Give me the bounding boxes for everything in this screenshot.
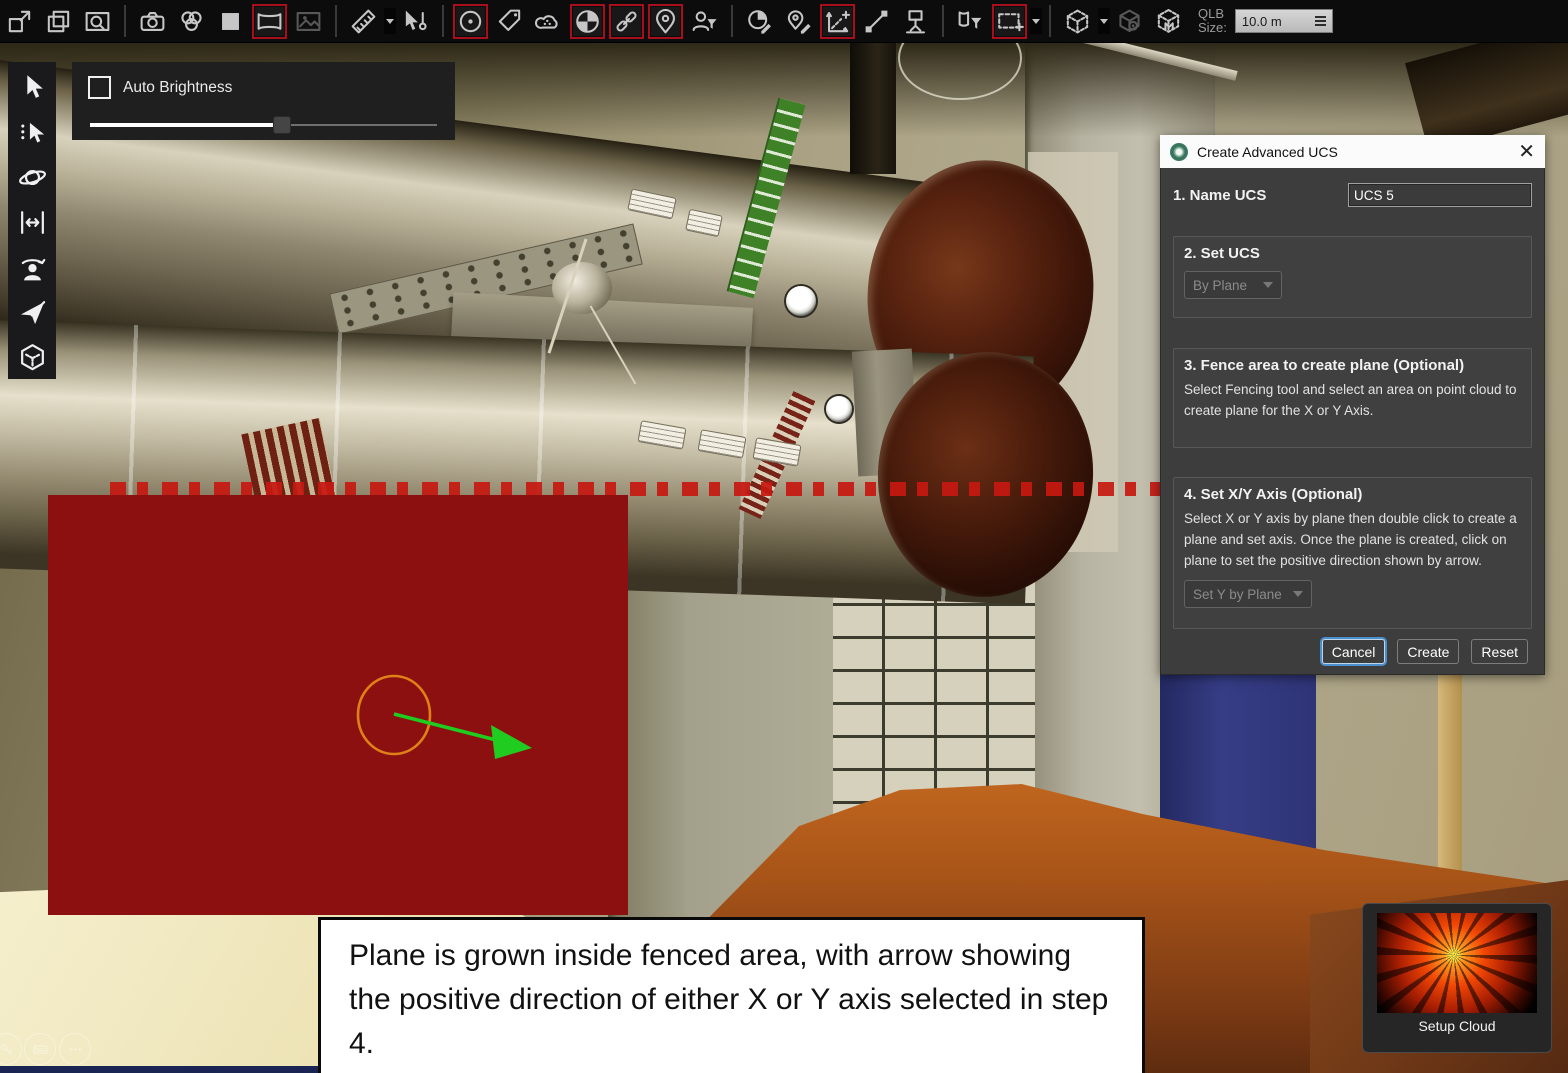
create-ucs-icon[interactable]	[823, 7, 852, 36]
set-axis-group: 4. Set X/Y Axis (Optional) Select X or Y…	[1173, 477, 1532, 629]
pick-temperature-icon[interactable]	[401, 7, 430, 36]
setup-cloud-label: Setup Cloud	[1363, 1018, 1551, 1034]
view-cube-visibility-icon[interactable]	[1115, 7, 1144, 36]
zoom-window-icon[interactable]	[83, 7, 112, 36]
annotation-caption: Plane is grown inside fenced area, with …	[318, 917, 1145, 1073]
chevron-down-icon	[1293, 591, 1303, 597]
setup-cloud-thumbnail[interactable]	[1377, 913, 1537, 1013]
fenced-plane	[48, 495, 628, 915]
keyboard-icon[interactable]	[24, 1033, 56, 1065]
cancel-button[interactable]: Cancel	[1322, 639, 1386, 664]
qlb-size-value[interactable]: 10.0 m	[1235, 9, 1333, 33]
add-tag-icon[interactable]	[495, 7, 524, 36]
top-toolbar: QLBSize: 10.0 m	[0, 0, 1568, 43]
plain-view-icon[interactable]	[216, 7, 245, 36]
select-cursor-icon[interactable]	[17, 72, 48, 103]
project-screen-icon[interactable]	[901, 7, 930, 36]
setup-cloud-tile[interactable]: Setup Cloud	[1362, 903, 1552, 1053]
pressure-gauge	[826, 396, 852, 422]
add-target-icon[interactable]	[456, 7, 485, 36]
toolbar-divider	[124, 5, 126, 37]
more-options-icon[interactable]	[59, 1033, 91, 1065]
dialog-body: 1. Name UCS 2. Set UCS By Plane 3. Fence…	[1160, 168, 1545, 675]
fly-icon[interactable]	[17, 297, 48, 328]
pan-constrained-icon[interactable]	[17, 207, 48, 238]
toolbar-divider	[1049, 5, 1051, 37]
toolbar-divider	[442, 5, 444, 37]
set-ucs-dropdown[interactable]: By Plane	[1184, 271, 1282, 299]
create-advanced-ucs-dialog: Create Advanced UCS ✕ 1. Name UCS 2. Set…	[1160, 135, 1545, 675]
reset-button[interactable]: Reset	[1471, 639, 1528, 664]
metal-bell	[552, 262, 612, 314]
add-point-cloud-icon[interactable]	[534, 7, 563, 36]
brightness-slider-thumb[interactable]	[273, 116, 291, 134]
axis-arrow-head	[491, 725, 532, 759]
create-button[interactable]: Create	[1397, 639, 1459, 664]
user-filter-icon[interactable]	[690, 7, 719, 36]
extract-area-icon[interactable]	[5, 7, 34, 36]
fence-selection-icon[interactable]	[995, 7, 1024, 36]
set-ucs-label: 2. Set UCS	[1184, 245, 1521, 262]
toolbar-divider	[942, 5, 944, 37]
close-icon[interactable]: ✕	[1518, 142, 1535, 162]
look-around-icon[interactable]	[17, 252, 48, 283]
pressure-gauge	[786, 286, 816, 316]
measure-ruler-icon[interactable]	[349, 7, 378, 36]
set-axis-label: 4. Set X/Y Axis (Optional)	[1184, 486, 1521, 503]
select-points-icon[interactable]	[17, 117, 48, 148]
ucs-name-input[interactable]	[1348, 183, 1532, 207]
ceiling-beam	[850, 42, 896, 174]
add-geotag-icon[interactable]	[651, 7, 680, 36]
brightness-slider[interactable]	[90, 116, 437, 132]
auto-brightness-checkbox[interactable]	[88, 76, 111, 99]
set-axis-dropdown[interactable]: Set Y by Plane	[1184, 580, 1312, 608]
toolbar-divider	[335, 5, 337, 37]
fence-area-group: 3. Fence area to create plane (Optional)…	[1173, 348, 1532, 448]
dialog-title: Create Advanced UCS	[1197, 144, 1338, 160]
brightness-slider-fill	[90, 123, 281, 127]
bottom-strip	[0, 1066, 318, 1073]
view-cube-dropdown-icon[interactable]	[1098, 8, 1110, 34]
chevron-down-icon	[1263, 282, 1273, 288]
multi-view-icon[interactable]	[177, 7, 206, 36]
add-quadrant-icon[interactable]	[573, 7, 602, 36]
ruler-dropdown-icon[interactable]	[384, 8, 396, 34]
edit-quadrant-icon[interactable]	[745, 7, 774, 36]
dialog-buttons: Cancel Create Reset	[1173, 639, 1532, 664]
edit-geotag-icon[interactable]	[784, 7, 813, 36]
set-ucs-group: 2. Set UCS By Plane	[1173, 236, 1532, 318]
fence-area-description: Select Fencing tool and select an area o…	[1184, 379, 1521, 421]
dialog-titlebar[interactable]: Create Advanced UCS ✕	[1160, 135, 1545, 168]
axis-arrow-shaft	[394, 714, 500, 741]
qlb-size-label: QLBSize:	[1198, 7, 1227, 35]
view-cube-icon[interactable]	[1063, 7, 1092, 36]
name-ucs-label: 1. Name UCS	[1173, 187, 1266, 204]
orbit-icon[interactable]	[17, 162, 48, 193]
auto-brightness-label: Auto Brightness	[123, 79, 232, 97]
arrange-windows-icon[interactable]	[44, 7, 73, 36]
view-tools-sidebar	[8, 62, 56, 379]
auto-brightness-panel: Auto Brightness	[72, 62, 455, 140]
image-view-icon[interactable]	[294, 7, 323, 36]
fence-area-label: 3. Fence area to create plane (Optional)	[1184, 357, 1521, 374]
stepper-icon[interactable]	[1315, 16, 1326, 26]
ucs-dialog-icon	[1170, 143, 1188, 161]
toolbar-divider	[731, 5, 733, 37]
add-link-icon[interactable]	[612, 7, 641, 36]
measure-distance-icon[interactable]	[862, 7, 891, 36]
pointcloud-viewport[interactable]: Auto Brightness Plane is grown inside fe…	[0, 42, 1568, 1073]
view-cube-axes-icon[interactable]	[17, 342, 48, 373]
set-axis-description: Select X or Y axis by plane then double …	[1184, 508, 1521, 571]
panorama-view-icon[interactable]	[255, 7, 284, 36]
view-cube-model-icon[interactable]	[1154, 7, 1183, 36]
brightness-slider-track	[281, 124, 437, 126]
fence-dropdown-icon[interactable]	[1030, 8, 1042, 34]
pano-filter-icon[interactable]	[956, 7, 985, 36]
snapshot-camera-icon[interactable]	[138, 7, 167, 36]
